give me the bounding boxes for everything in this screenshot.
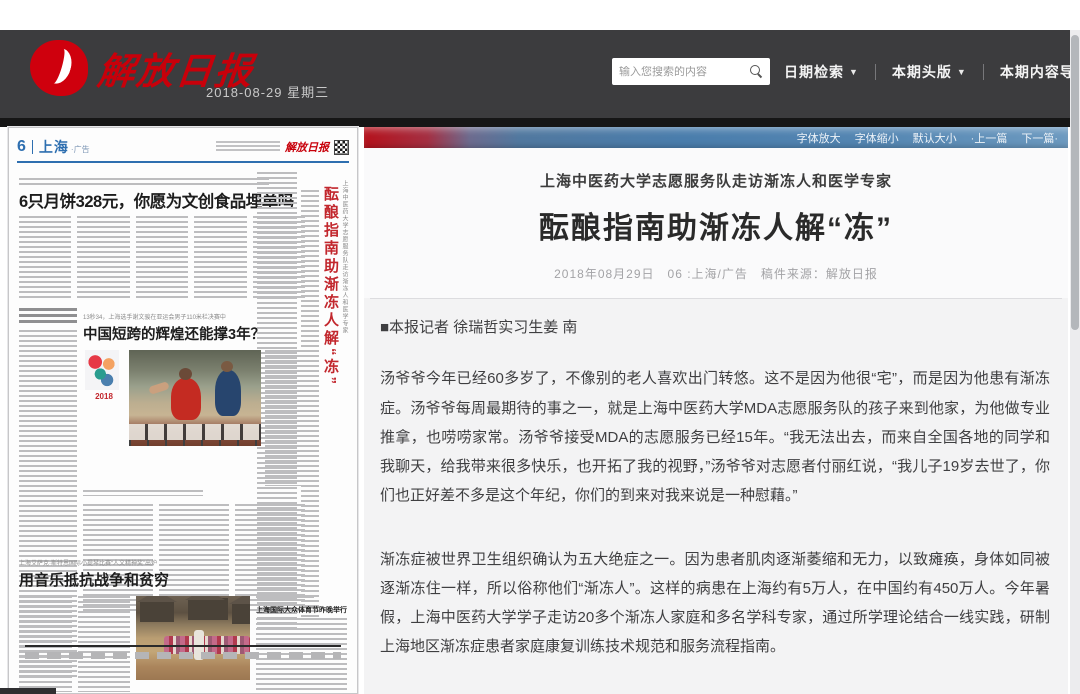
current-article-vertical-title[interactable]: 酝酿指南助渐冻人解“冻” <box>320 186 341 536</box>
music-headline[interactable]: 用音乐抵抗战争和贫穷 <box>19 569 347 590</box>
nav-front-page-label: 本期头版 <box>892 62 952 82</box>
article-paragraph: 渐冻症被世界卫生组织确认为五大绝症之一。因为患者肌肉逐渐萎缩和无力，以致瘫痪，身… <box>380 545 1050 662</box>
side-article-kicker <box>256 596 314 601</box>
article-header: 上海中医药大学志愿服务队走访渐冻人和医学专家 酝酿指南助渐冻人解“冻” 2018… <box>364 148 1068 298</box>
article-kicker: 上海中医药大学志愿服务队走访渐冻人和医学专家 <box>364 170 1068 191</box>
next-article-button[interactable]: 下一篇· <box>1021 130 1058 146</box>
chevron-down-icon: ▼ <box>849 67 859 77</box>
sports-kicker: 13秒34，上海选手谢文骏在亚运会男子110米栏决赛中 <box>83 312 305 321</box>
page-footer-text <box>25 652 341 659</box>
nav-contents[interactable]: 本期内容导航 ▼ <box>1000 62 1080 82</box>
search-box[interactable] <box>612 58 770 85</box>
page-number: 6 <box>17 138 26 156</box>
site-header: 解放日报 2018-08-29 星期三 日期检索 ▼ 本期头版 ▼ 本期内容导航… <box>0 30 1080 118</box>
hurdles-photo <box>129 350 261 446</box>
header-nav: 日期检索 ▼ 本期头版 ▼ 本期内容导航 ▼ <box>784 62 1080 82</box>
header-bottom-rule <box>0 118 1080 127</box>
article-content-area[interactable]: 上海中医药大学志愿服务队走访渐冻人和医学专家 酝酿指南助渐冻人解“冻” 2018… <box>364 148 1068 694</box>
prev-article-button[interactable]: ·上一篇 <box>971 130 1008 146</box>
issue-date: 2018-08-29 星期三 <box>206 82 329 101</box>
sports-media-row: 2018 <box>83 350 305 486</box>
article-byline: ■本报记者 徐瑞哲实习生姜 南 <box>380 313 1050 342</box>
page-thumbnail-panel[interactable]: 6 上海 ·广告 解放日报 6只月饼328元，你愿为文创食品埋单吗 上海中医药大… <box>8 127 358 694</box>
page: 解放日报 2018-08-29 星期三 日期检索 ▼ 本期头版 ▼ 本期内容导航… <box>0 0 1080 694</box>
qr-code-icon <box>334 140 349 155</box>
sports-photo-caption <box>83 490 203 496</box>
search-input[interactable] <box>619 66 750 78</box>
nav-front-page[interactable]: 本期头版 ▼ <box>892 62 967 82</box>
athlete-figure <box>148 381 169 395</box>
horizontal-scrollbar-thumb[interactable] <box>0 688 56 694</box>
article-meta: 2018年08月29日 06 :上海/广告 稿件来源：解放日报 <box>364 265 1068 298</box>
hut <box>188 598 228 620</box>
hut <box>232 602 250 624</box>
vertical-scrollbar[interactable] <box>1070 30 1080 694</box>
asian-games-emblem: 2018 <box>83 350 125 486</box>
thumb-page-body: 6只月饼328元，你愿为文创食品埋单吗 上海中医药大学志愿服务队走访渐冻人和医学… <box>17 166 349 667</box>
chevron-down-icon: ▼ <box>957 67 967 77</box>
nav-divider <box>875 64 876 80</box>
thumb-contact-text <box>216 141 280 153</box>
hurdle-bars <box>129 424 261 440</box>
logo-mark-icon <box>30 40 88 96</box>
font-enlarge-button[interactable]: 字体放大 <box>797 130 841 146</box>
page-footer-rule <box>25 645 341 647</box>
music-kicker: 上海艾萨克·斯特恩国际小提琴比赛“人文精神奖”出炉 <box>19 558 219 567</box>
music-article[interactable]: 上海艾萨克·斯特恩国际小提琴比赛“人文精神奖”出炉 用音乐抵抗战争和贫穷 <box>19 558 347 694</box>
nav-contents-label: 本期内容导航 <box>1000 62 1080 82</box>
nav-divider <box>983 64 984 80</box>
sports-headline[interactable]: 中国短跨的辉煌还能撑3年？ <box>83 323 305 344</box>
article-title: 酝酿指南助渐冻人解“冻” <box>364 203 1068 247</box>
article-toolbar: 字体放大 字体缩小 默认大小 ·上一篇 下一篇· <box>364 127 1068 148</box>
page-section-label: 上海 <box>39 137 69 157</box>
asian-games-emblem-art <box>85 350 119 390</box>
article-paragraph: 汤爷爷今年已经60多岁了，不像别的老人喜欢出门转悠。这不是因为他很“宅”，而是因… <box>380 364 1050 510</box>
lead-kicker-text <box>19 178 269 185</box>
village-photo <box>136 596 250 680</box>
page-section-note: ·广告 <box>71 144 90 155</box>
thumb-page-header: 6 上海 ·广告 解放日报 <box>17 134 349 160</box>
hut <box>140 600 174 622</box>
asian-games-year: 2018 <box>83 392 125 401</box>
page-header-divider <box>32 140 33 154</box>
font-default-button[interactable]: 默认大小 <box>913 130 957 146</box>
window-top-margin <box>0 0 1080 30</box>
music-left-columns <box>19 596 130 692</box>
article-body: ■本报记者 徐瑞哲实习生姜 南 汤爷爷今年已经60多岁了，不像别的老人喜欢出门转… <box>364 299 1068 694</box>
font-shrink-button[interactable]: 字体缩小 <box>855 130 899 146</box>
article-pane: 字体放大 字体缩小 默认大小 ·上一篇 下一篇· 上海中医药大学志愿服务队走访渐… <box>364 127 1068 694</box>
sports-side-column <box>265 350 305 486</box>
current-article-vertical-kicker: 上海中医药大学志愿服务队走访渐冻人和医学专家 <box>340 180 349 510</box>
thumb-header-right: 解放日报 <box>216 139 349 155</box>
thumb-masthead: 解放日报 <box>285 139 329 155</box>
hurdle-legs <box>129 440 261 446</box>
vertical-scrollbar-thumb[interactable] <box>1071 35 1079 330</box>
mini-article-headline <box>19 308 77 324</box>
section-rule <box>17 161 349 163</box>
nav-date-search-label: 日期检索 <box>784 62 844 82</box>
athlete-red-jersey <box>171 378 201 420</box>
nav-date-search[interactable]: 日期检索 ▼ <box>784 62 859 82</box>
search-icon[interactable] <box>750 65 763 78</box>
side-article-headline[interactable]: 上海国际大众体育节昨晚举行 <box>256 605 347 615</box>
athlete-blue-jersey <box>215 370 241 416</box>
